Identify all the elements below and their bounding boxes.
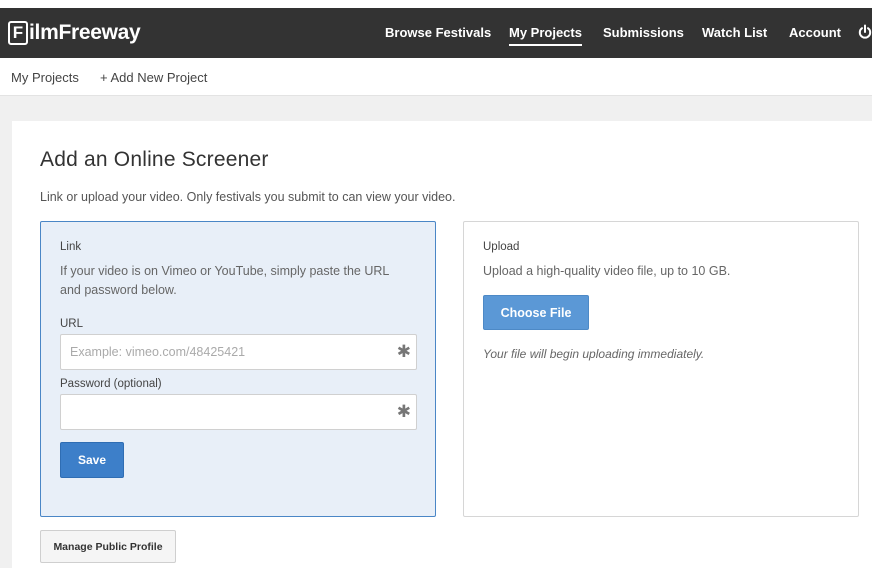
password-input[interactable] [61, 395, 416, 429]
power-icon[interactable] [858, 24, 872, 40]
required-asterisk-icon: ✱ [396, 342, 411, 361]
logo-text: ilmFreeway [29, 21, 141, 44]
logo-letter: F [8, 21, 28, 45]
subnav-add-new-project[interactable]: + Add New Project [100, 70, 207, 85]
nav-browse-festivals[interactable]: Browse Festivals [385, 25, 491, 40]
upload-card-heading: Upload [483, 241, 520, 253]
url-label: URL [60, 318, 84, 330]
page-title: Add an Online Screener [40, 148, 269, 171]
nav-watch-list[interactable]: Watch List [702, 25, 767, 40]
password-label: Password (optional) [60, 378, 162, 390]
password-field[interactable]: ✱ [60, 394, 417, 430]
sub-navbar: My Projects + Add New Project [0, 58, 872, 96]
save-button[interactable]: Save [60, 442, 124, 478]
manage-public-profile-button[interactable]: Manage Public Profile [40, 530, 176, 563]
url-input[interactable] [61, 335, 416, 369]
nav-account[interactable]: Account [789, 25, 841, 40]
upload-card-description: Upload a high-quality video file, up to … [483, 264, 731, 278]
nav-submissions[interactable]: Submissions [603, 25, 684, 40]
nav-my-projects[interactable]: My Projects [509, 25, 582, 46]
choose-file-button[interactable]: Choose File [483, 295, 589, 330]
subnav-my-projects[interactable]: My Projects [11, 70, 79, 85]
top-navbar: F ilmFreeway Browse Festivals My Project… [0, 8, 872, 58]
link-card-description: If your video is on Vimeo or YouTube, si… [60, 264, 389, 297]
page-subtitle: Link or upload your video. Only festival… [40, 190, 456, 204]
required-asterisk-icon: ✱ [396, 402, 411, 421]
url-field[interactable]: ✱ [60, 334, 417, 370]
upload-note: Your file will begin uploading immediate… [483, 347, 705, 361]
filmfreeway-logo[interactable]: F ilmFreeway [8, 18, 141, 48]
link-card-heading: Link [60, 241, 82, 253]
